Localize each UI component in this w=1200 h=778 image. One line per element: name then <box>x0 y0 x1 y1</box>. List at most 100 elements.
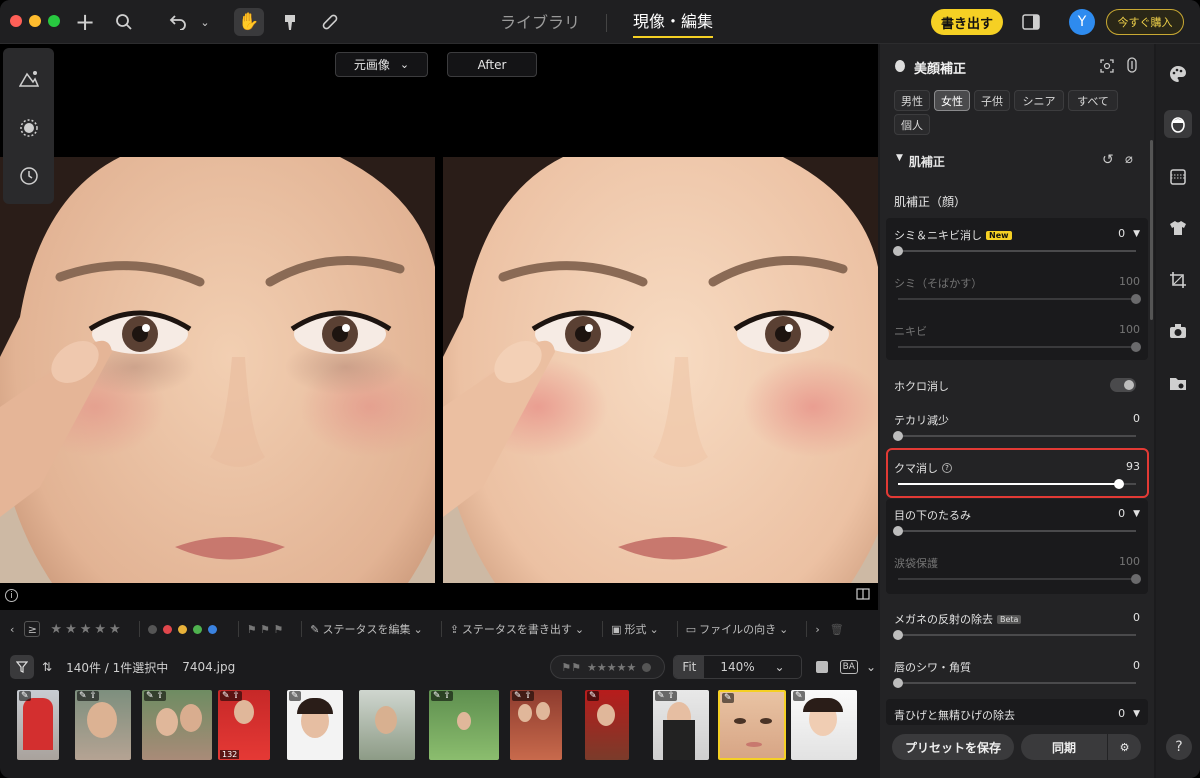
slider-knob[interactable] <box>1131 574 1141 584</box>
book-view-icon[interactable] <box>856 588 870 604</box>
slider-track[interactable] <box>893 431 1136 441</box>
chevron-right-icon[interactable]: › <box>815 623 819 636</box>
chip-individual[interactable]: 個人 <box>894 114 930 135</box>
user-avatar[interactable]: Y <box>1069 9 1095 35</box>
erase-icon[interactable]: ⌀ <box>1125 152 1133 167</box>
color-none[interactable] <box>147 624 157 634</box>
thumbnail[interactable]: ✎ ⇪ <box>429 690 499 760</box>
panel-scrollbar[interactable] <box>1150 140 1153 320</box>
thumbnail[interactable]: ✎ <box>17 690 59 760</box>
hand-icon[interactable]: ✋ <box>234 8 264 36</box>
flag-icon[interactable]: ⚑ ⚑ ⚑ <box>247 623 284 636</box>
chevron-left-icon[interactable]: ‹ <box>10 623 14 636</box>
thumbnail[interactable]: ✎ ⇪ <box>75 690 131 760</box>
chip-child[interactable]: 子供 <box>974 90 1010 111</box>
slider-track[interactable] <box>898 294 1141 304</box>
slider-shine[interactable]: テカリ減少 0 <box>886 412 1148 442</box>
thumbnail[interactable]: ✎ ⇪ <box>142 690 212 760</box>
filter-icon[interactable] <box>10 655 34 679</box>
star-rating[interactable]: ★ ★ ★ ★ ★ <box>50 622 120 637</box>
slider-track[interactable] <box>898 574 1141 584</box>
slider-knob[interactable] <box>893 678 903 688</box>
before-after-icon[interactable]: BA <box>839 660 858 674</box>
slider-track[interactable] <box>893 246 1136 256</box>
color-yellow[interactable] <box>177 624 187 634</box>
slider-knob[interactable] <box>893 431 903 441</box>
gradient-filter-icon[interactable] <box>1164 163 1192 191</box>
chip-male[interactable]: 男性 <box>894 90 930 111</box>
slider-beard-removal[interactable]: 青ひげと無精ひげの除去 0 ▼ <box>886 707 1148 723</box>
color-blue[interactable] <box>207 624 217 634</box>
triangle-down-icon[interactable]: ▼ <box>1133 709 1140 719</box>
shirt-icon[interactable] <box>1164 214 1192 242</box>
crop-icon[interactable] <box>1164 266 1192 294</box>
close-window-button[interactable] <box>10 15 22 27</box>
export-status-menu[interactable]: ⇪ ステータスを書き出す ⌄ <box>450 621 584 637</box>
help-button[interactable]: ? <box>1166 734 1192 760</box>
slider-freckles[interactable]: シミ（そばかす） 100 <box>886 275 1148 305</box>
export-button[interactable]: 書き出す <box>931 9 1003 35</box>
buy-now-button[interactable]: 今すぐ購入 <box>1106 9 1184 35</box>
info-icon[interactable]: i <box>5 589 18 602</box>
folder-settings-icon[interactable] <box>1164 370 1192 398</box>
original-selector[interactable]: 元画像 ⌄ <box>335 52 428 77</box>
slider-knob[interactable] <box>893 526 903 536</box>
triangle-down-icon[interactable]: ▼ <box>1133 509 1140 519</box>
thumbnail[interactable]: ✎ ⇪ <box>653 690 709 760</box>
mole-toggle[interactable] <box>1110 378 1136 392</box>
slider-spot-removal[interactable]: シミ＆ニキビ消し New 0 ▼ <box>886 227 1148 257</box>
zoom-control[interactable]: Fit 140% ⌄ <box>673 655 802 679</box>
zoom-value[interactable]: 140% ⌄ <box>704 656 800 678</box>
sync-settings-icon[interactable]: ⚙ <box>1108 734 1141 760</box>
slider-knob[interactable] <box>1131 294 1141 304</box>
palette-icon[interactable] <box>1164 60 1192 88</box>
save-preset-button[interactable]: プリセットを保存 <box>892 734 1014 760</box>
slider-track[interactable] <box>893 630 1136 640</box>
face-retouch-icon[interactable] <box>1164 110 1192 138</box>
chevron-down-icon[interactable]: ⌄ <box>192 9 218 35</box>
chip-all[interactable]: すべて <box>1068 90 1118 111</box>
thumbnail[interactable]: ✎ <box>585 690 629 760</box>
slider-knob[interactable] <box>1131 342 1141 352</box>
landscape-adjust-icon[interactable] <box>16 66 42 92</box>
face-scan-icon[interactable] <box>1100 58 1114 77</box>
thumbnail[interactable]: ✎ ⇪ <box>510 690 562 760</box>
zoom-window-button[interactable] <box>48 15 60 27</box>
color-labels[interactable] <box>147 624 220 634</box>
sync-button[interactable]: 同期 <box>1021 734 1107 760</box>
chip-senior[interactable]: シニア <box>1014 90 1064 111</box>
slider-glasses-reflection[interactable]: メガネの反射の除去 Beta 0 <box>886 611 1148 641</box>
edit-status-menu[interactable]: ✎ ステータスを編集 ⌄ <box>310 621 422 637</box>
search-icon[interactable] <box>111 9 137 35</box>
trash-icon[interactable]: 🗑 <box>830 623 844 636</box>
minimize-window-button[interactable] <box>29 15 41 27</box>
color-red[interactable] <box>162 624 172 634</box>
undo-icon[interactable] <box>165 9 191 35</box>
slider-track[interactable] <box>893 526 1136 536</box>
orientation-menu[interactable]: ▭ ファイルの向き ⌄ <box>686 621 789 637</box>
sort-icon[interactable]: ⇅ <box>42 660 52 674</box>
triangle-down-icon[interactable]: ▼ <box>1133 229 1140 239</box>
slider-track[interactable] <box>898 342 1141 352</box>
sidebar-toggle-icon[interactable] <box>1018 9 1044 35</box>
rating-filter-icon[interactable]: ≥ <box>24 621 41 637</box>
slider-acne[interactable]: ニキビ 100 <box>886 323 1148 353</box>
thumbnail[interactable]: ✎ <box>287 690 343 760</box>
format-menu[interactable]: ▣ 形式 ⌄ <box>611 621 659 637</box>
mask-icon[interactable] <box>16 115 42 141</box>
thumbnail[interactable] <box>359 690 415 760</box>
thumbnail[interactable]: ✎ ⇪ 132 <box>218 690 270 760</box>
thumbnail-selected[interactable]: ✎ <box>718 690 786 760</box>
chip-female[interactable]: 女性 <box>934 90 970 111</box>
thumbnail[interactable]: ✎ <box>791 690 857 760</box>
bandage-icon[interactable] <box>317 9 343 35</box>
slider-eye-bags[interactable]: 目の下のたるみ 0 ▼ <box>886 507 1148 537</box>
slider-tear-trough[interactable]: 涙袋保護 100 <box>886 555 1148 585</box>
slider-lip-wrinkles[interactable]: 唇のシワ・角質 0 <box>886 659 1148 689</box>
reset-icon[interactable]: ↺ <box>1102 152 1114 168</box>
filter-pill[interactable]: ⚑⚑ ★★★★★ <box>550 655 666 679</box>
slider-knob[interactable] <box>893 246 903 256</box>
chevron-down-icon[interactable]: ⌄ <box>866 660 876 674</box>
slider-knob[interactable] <box>893 630 903 640</box>
history-icon[interactable] <box>16 163 42 189</box>
